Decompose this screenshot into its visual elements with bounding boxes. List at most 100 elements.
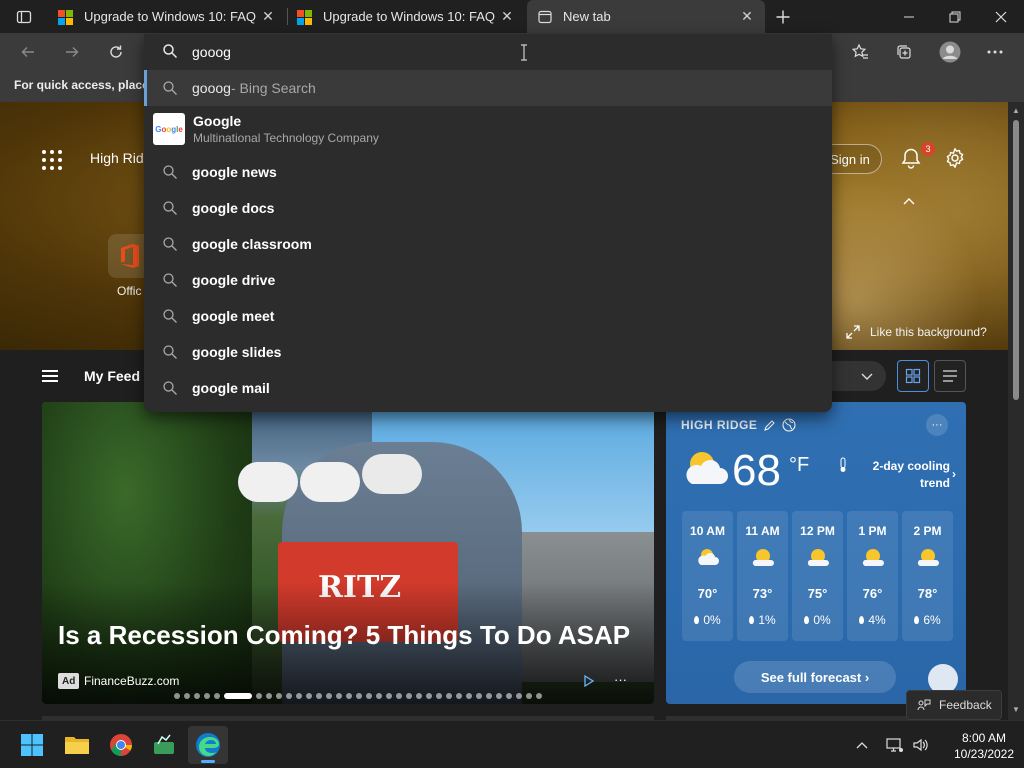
suggestion-suffix: - Bing Search <box>230 80 316 96</box>
hour-temp: 78° <box>917 586 938 601</box>
file-explorer-icon[interactable] <box>61 729 93 761</box>
chevron-right-icon: › <box>952 467 956 481</box>
search-icon <box>163 273 177 287</box>
close-tab-icon[interactable]: ✕ <box>499 8 515 25</box>
tray-chevron-up-icon[interactable] <box>852 729 872 761</box>
system-clock[interactable]: 8:00 AM 10/23/2022 <box>952 730 1016 762</box>
collapse-chevron-up-icon[interactable] <box>900 194 918 208</box>
list-view-button[interactable] <box>934 360 966 392</box>
collections-icon[interactable] <box>888 36 920 68</box>
search-icon <box>163 345 177 359</box>
weather-trend-label: 2-day cooling trend <box>872 459 950 490</box>
tab-new-tab[interactable]: New tab ✕ <box>527 0 765 33</box>
article-source[interactable]: FinanceBuzz.com <box>84 674 179 688</box>
weather-location-label: HIGH RIDGE <box>681 418 758 432</box>
suggestion-item[interactable]: google docs <box>144 190 832 226</box>
my-feed-tab[interactable]: My Feed <box>84 368 140 384</box>
tab-upgrade-faq-2[interactable]: Upgrade to Windows 10: FAQ ✕ <box>287 0 525 33</box>
feed-menu-hamburger-icon[interactable] <box>42 370 58 382</box>
edit-pencil-icon[interactable] <box>763 419 776 432</box>
hour-forecast[interactable]: 12 PM 75° 0% <box>792 511 843 641</box>
scrollbar-thumb[interactable] <box>1013 120 1019 400</box>
close-tab-icon[interactable]: ✕ <box>739 8 755 25</box>
chevron-down-icon <box>861 373 873 380</box>
partly-sunny-icon <box>862 549 884 566</box>
edge-icon[interactable] <box>192 729 224 761</box>
weather-location[interactable]: HIGH RIDGE <box>681 418 796 432</box>
search-icon <box>163 165 177 179</box>
hour-forecast[interactable]: 1 PM 76° 4% <box>847 511 898 641</box>
close-tab-icon[interactable]: ✕ <box>260 8 276 25</box>
search-icon <box>163 381 177 395</box>
tab-actions-icon[interactable] <box>0 0 48 33</box>
weather-more-options-icon[interactable]: ··· <box>926 414 948 436</box>
suggestion-entity-google[interactable]: Google Google Multinational Technology C… <box>144 106 832 152</box>
clock-date: 10/23/2022 <box>953 747 1015 761</box>
feedback-button[interactable]: Feedback <box>906 690 1002 720</box>
refresh-icon[interactable] <box>100 36 132 68</box>
article-headline[interactable]: Is a Recession Coming? 5 Things To Do AS… <box>58 620 630 651</box>
ad-badge: Ad <box>58 673 80 689</box>
see-full-forecast-button[interactable]: See full forecast › <box>734 661 896 693</box>
hour-forecast[interactable]: 2 PM 78° 6% <box>902 511 953 641</box>
weather-trend[interactable]: 2-day cooling trend › <box>838 458 956 492</box>
start-windows-icon[interactable] <box>16 729 48 761</box>
hour-time: 1 PM <box>858 524 887 538</box>
notifications-bell-icon[interactable] <box>900 147 922 169</box>
globe-icon[interactable] <box>782 418 796 432</box>
office-label: Offic <box>117 284 142 298</box>
network-icon[interactable] <box>884 729 906 761</box>
raindrop-icon <box>804 616 810 624</box>
hour-forecast[interactable]: 11 AM 73° 1% <box>737 511 788 641</box>
address-bar-input[interactable] <box>192 43 752 61</box>
google-logo-icon: Google <box>153 113 185 145</box>
hour-precip: 0% <box>694 613 721 627</box>
new-tab-button[interactable] <box>760 0 806 33</box>
settings-more-icon[interactable] <box>979 36 1011 68</box>
profile-avatar[interactable] <box>934 36 966 68</box>
weather-card[interactable]: HIGH RIDGE ··· 68 °F 2-day cooling trend… <box>666 402 966 704</box>
chrome-icon[interactable] <box>105 729 137 761</box>
address-bar-dropdown: gooog - Bing Search Google Google Multin… <box>144 34 832 412</box>
suggestion-item[interactable]: google meet <box>144 298 832 334</box>
hour-temp: 73° <box>752 586 773 601</box>
back-icon[interactable] <box>12 36 44 68</box>
suggestion-item[interactable]: google drive <box>144 262 832 298</box>
hero-location[interactable]: High Rid <box>90 150 144 166</box>
scroll-up-arrow-icon[interactable]: ▲ <box>1011 106 1021 116</box>
suggestion-item[interactable]: google slides <box>144 334 832 370</box>
suggestion-item[interactable]: google news <box>144 154 832 190</box>
suggestion-item[interactable]: google classroom <box>144 226 832 262</box>
suggestion-item[interactable]: google mail <box>144 370 832 406</box>
favorites-icon[interactable] <box>844 36 876 68</box>
windows-logo-icon <box>297 9 312 25</box>
app-launcher-icon[interactable] <box>42 150 62 170</box>
suggestion-bing-search[interactable]: gooog - Bing Search <box>144 70 832 106</box>
feed-layout-dropdown[interactable] <box>830 361 886 391</box>
temperature-unit[interactable]: °F <box>789 454 809 477</box>
like-this-background-link[interactable]: Like this background? <box>846 325 987 339</box>
partly-sunny-icon <box>917 549 939 566</box>
page-scrollbar[interactable]: ▲ ▼ <box>1008 102 1024 720</box>
expand-icon <box>846 325 860 339</box>
hour-precip: 6% <box>914 613 941 627</box>
hour-time: 2 PM <box>913 524 942 538</box>
tab-upgrade-faq-1[interactable]: Upgrade to Windows 10: FAQ ✕ <box>48 0 286 33</box>
page-settings-gear-icon[interactable] <box>944 147 966 169</box>
app-icon[interactable] <box>148 729 180 761</box>
address-bar[interactable] <box>144 34 832 70</box>
article-more-options-icon[interactable]: ··· <box>614 672 627 687</box>
adchoices-icon[interactable] <box>583 674 595 688</box>
volume-icon[interactable] <box>910 729 932 761</box>
tab-title: New tab <box>563 9 611 24</box>
hour-forecast[interactable]: 10 AM 70° 0% <box>682 511 733 641</box>
partly-sunny-icon <box>682 448 728 488</box>
restore-icon[interactable] <box>932 0 978 33</box>
scroll-down-arrow-icon[interactable]: ▼ <box>1011 705 1021 715</box>
article-card[interactable]: RITZ Is a Recession Coming? 5 Things To … <box>42 402 654 704</box>
carousel-dots[interactable] <box>174 693 542 699</box>
close-window-icon[interactable] <box>978 0 1024 33</box>
grid-view-button[interactable] <box>897 360 929 392</box>
minimize-icon[interactable] <box>886 0 932 33</box>
forward-icon[interactable] <box>56 36 88 68</box>
